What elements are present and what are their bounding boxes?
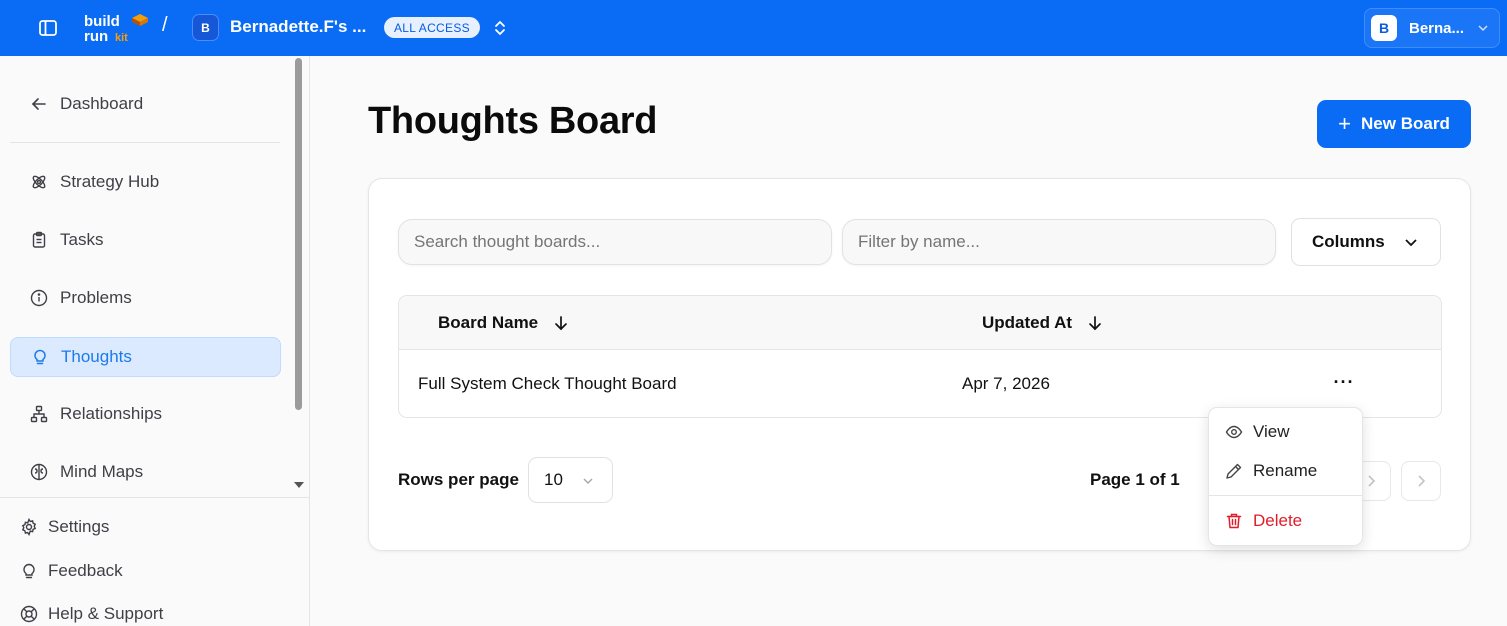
sidebar-item-label: Help & Support xyxy=(48,604,164,623)
sidebar-item-label: Problems xyxy=(60,288,132,307)
sidebar-item-tasks[interactable]: Tasks xyxy=(10,220,281,260)
sidebar-item-label: Feedback xyxy=(48,561,123,580)
row-actions-menu: View Rename Delete xyxy=(1208,407,1363,546)
column-header-updated-at[interactable]: Updated At xyxy=(982,313,1102,333)
new-board-label: New Board xyxy=(1361,114,1450,133)
sidebar-item-label: Relationships xyxy=(60,404,163,423)
pencil-icon xyxy=(1226,463,1242,479)
menu-divider xyxy=(1209,495,1362,496)
menu-item-delete[interactable]: Delete xyxy=(1209,504,1362,538)
last-page-button[interactable] xyxy=(1401,461,1441,501)
clipboard-icon xyxy=(32,231,46,248)
page-title: Thoughts Board xyxy=(368,100,658,142)
chevron-down-icon xyxy=(583,478,593,485)
boards-table: Board Name Updated At Full System Check … xyxy=(398,295,1442,418)
sidebar-item-thoughts[interactable]: Thoughts xyxy=(10,337,281,377)
sidebar-item-label: Settings xyxy=(48,517,110,536)
chevron-right-icon xyxy=(1367,475,1375,487)
search-input[interactable] xyxy=(398,219,832,265)
eye-icon xyxy=(1225,425,1243,439)
sidebar-scroll-area: Dashboard Strategy Hub Tasks Problems Th… xyxy=(0,56,290,497)
table-header: Board Name Updated At xyxy=(399,296,1441,350)
lifebuoy-icon xyxy=(20,605,38,623)
filter-input[interactable] xyxy=(842,219,1276,265)
info-icon xyxy=(30,289,48,307)
new-board-button[interactable]: + New Board xyxy=(1317,100,1471,148)
columns-button[interactable]: Columns xyxy=(1291,218,1441,266)
sidebar-item-help-support[interactable]: Help & Support xyxy=(20,599,163,626)
sidebar-item-label: Strategy Hub xyxy=(60,172,160,191)
sidebar-item-label: Thoughts xyxy=(61,347,132,366)
network-icon xyxy=(30,405,48,423)
workspace-avatar[interactable]: B xyxy=(192,14,219,41)
chevron-down-icon xyxy=(1405,239,1417,247)
sidebar-footer: Settings Feedback Help & Support xyxy=(0,497,309,626)
sidebar-toggle-icon[interactable] xyxy=(38,18,58,38)
cell-board-name[interactable]: Full System Check Thought Board xyxy=(418,374,677,394)
sidebar-back-dashboard[interactable]: Dashboard xyxy=(10,84,281,124)
columns-label: Columns xyxy=(1312,232,1385,251)
gear-icon xyxy=(21,518,37,536)
sidebar-item-label: Dashboard xyxy=(60,94,144,113)
sidebar-item-label: Tasks xyxy=(60,230,104,249)
chevron-down-icon xyxy=(1478,25,1488,32)
chevrons-up-down-icon[interactable] xyxy=(491,18,509,38)
svg-text:run: run xyxy=(84,28,108,44)
scroll-down-arrow-icon[interactable] xyxy=(293,480,305,490)
page-info: Page 1 of 1 xyxy=(1090,470,1180,489)
lightbulb-icon xyxy=(23,563,35,579)
arrow-left-icon xyxy=(31,98,46,110)
access-badge: ALL ACCESS xyxy=(384,17,480,38)
workspace-name[interactable]: Bernadette.F's ... xyxy=(230,17,366,37)
rows-per-page-select[interactable]: 10 xyxy=(528,457,613,503)
buildrunkit-logo[interactable]: build run kit xyxy=(82,12,152,44)
arrow-down-icon xyxy=(1089,316,1101,331)
sidebar-item-settings[interactable]: Settings xyxy=(20,512,109,542)
trash-icon xyxy=(1226,513,1242,529)
column-header-board-name[interactable]: Board Name xyxy=(438,313,568,333)
row-actions-button[interactable]: ··· xyxy=(1332,372,1356,392)
rows-per-page-label: Rows per page xyxy=(398,470,519,489)
plus-icon: + xyxy=(1338,111,1352,136)
user-name: Berna... xyxy=(1409,19,1465,37)
menu-item-view[interactable]: View xyxy=(1209,415,1362,449)
cell-updated-at: Apr 7, 2026 xyxy=(962,374,1050,393)
scrollbar-thumb[interactable] xyxy=(295,58,302,410)
sidebar-item-feedback[interactable]: Feedback xyxy=(20,556,123,586)
top-bar: build run kit / B Bernadette.F's ... ALL… xyxy=(0,0,1507,56)
breadcrumb-separator: / xyxy=(162,14,168,36)
svg-text:kit: kit xyxy=(115,32,128,44)
lightbulb-icon xyxy=(34,349,46,365)
atom-icon xyxy=(32,175,46,189)
sidebar-item-strategy-hub[interactable]: Strategy Hub xyxy=(10,162,281,202)
sidebar-item-label: Mind Maps xyxy=(60,462,144,481)
brain-icon xyxy=(30,463,48,481)
sidebar-item-mind-maps[interactable]: Mind Maps xyxy=(10,452,281,492)
sidebar-divider xyxy=(10,142,280,143)
sidebar-item-relationships[interactable]: Relationships xyxy=(10,394,281,434)
arrow-down-icon xyxy=(555,316,567,331)
user-menu-button[interactable]: B Berna... xyxy=(1364,8,1500,48)
user-avatar: B xyxy=(1371,15,1397,41)
sidebar-item-problems[interactable]: Problems xyxy=(10,278,281,318)
chevron-right-icon xyxy=(1417,475,1425,487)
menu-item-rename[interactable]: Rename xyxy=(1209,454,1362,488)
sidebar: Dashboard Strategy Hub Tasks Problems Th… xyxy=(0,56,310,626)
sidebar-scrollbar[interactable] xyxy=(292,56,306,497)
